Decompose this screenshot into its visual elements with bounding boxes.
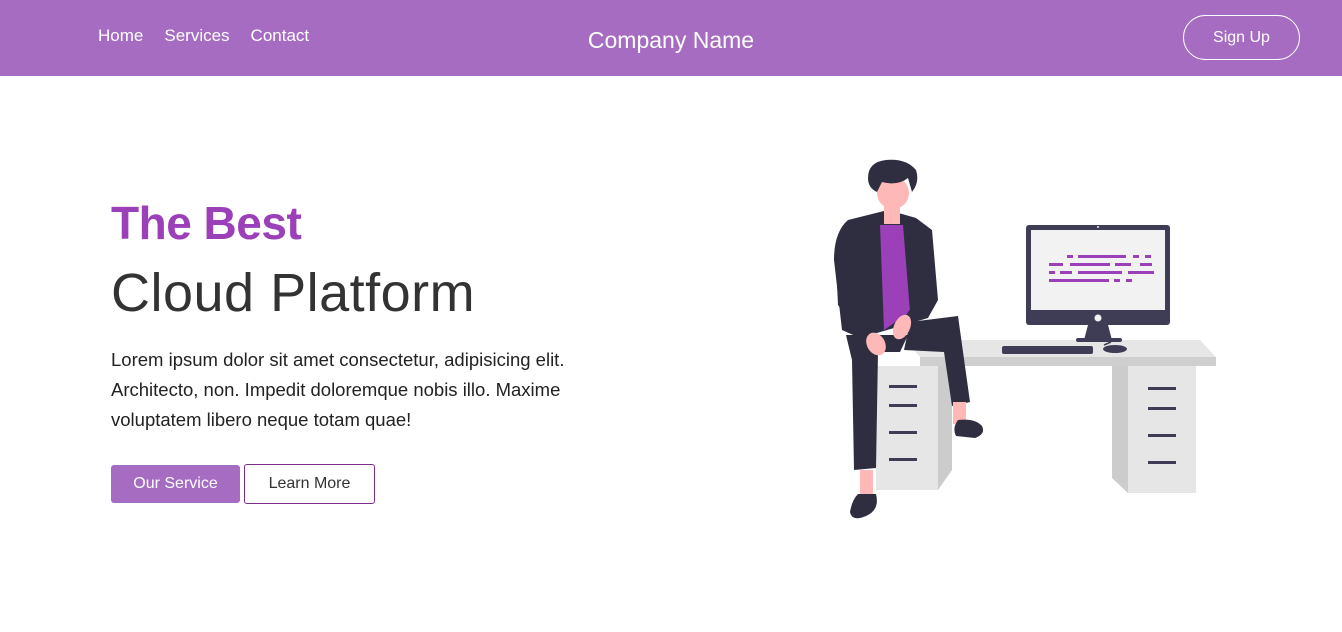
nav-link-services[interactable]: Services	[164, 26, 229, 46]
monitor-icon	[1026, 225, 1170, 342]
keyboard-icon	[1002, 346, 1093, 354]
nav-link-home[interactable]: Home	[98, 26, 143, 46]
nav-link-contact[interactable]: Contact	[251, 26, 310, 46]
hero-subtitle: The Best	[111, 197, 302, 249]
nav-links: Home Services Contact	[98, 26, 330, 46]
desk-icon	[876, 340, 1216, 493]
hero-title: Cloud Platform	[111, 263, 476, 323]
hero-description: Lorem ipsum dolor sit amet consectetur, …	[111, 349, 565, 430]
hero-illustration	[834, 159, 1216, 519]
our-service-button[interactable]: Our Service	[111, 465, 240, 503]
sign-up-button[interactable]: Sign Up	[1183, 15, 1300, 60]
learn-more-button[interactable]: Learn More	[244, 464, 375, 504]
navbar: Home Services Contact Company Name Sign …	[0, 0, 1342, 76]
